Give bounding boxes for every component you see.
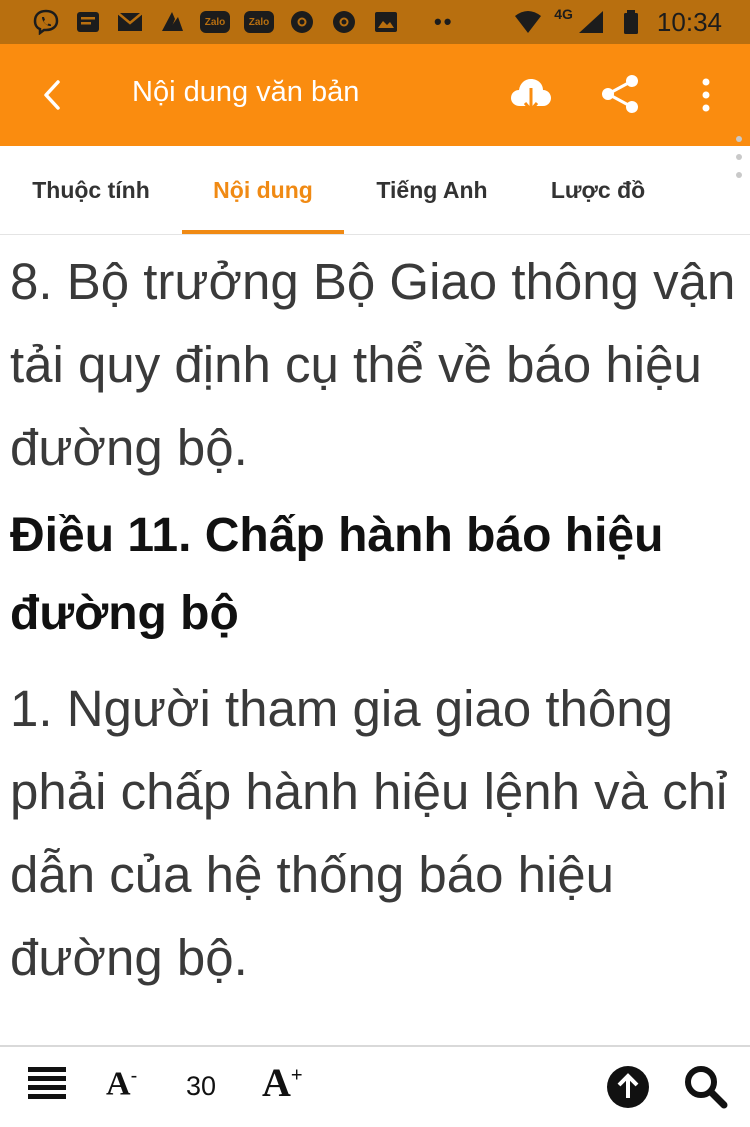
- search-icon[interactable]: [682, 1063, 728, 1109]
- font-decrease-button[interactable]: A-: [106, 1065, 137, 1103]
- font-size-value: 30: [186, 1071, 217, 1101]
- status-bar: Zalo Zalo •• 4G 10:34: [0, 0, 750, 44]
- more-vert-icon[interactable]: [692, 72, 720, 118]
- active-tab-indicator: [182, 230, 344, 234]
- menu-icon[interactable]: [28, 1067, 66, 1101]
- signal-icon: [577, 9, 605, 35]
- font-increase-sign: +: [290, 1064, 303, 1087]
- mail-icon: [116, 9, 144, 35]
- scroll-edge-indicator: [736, 136, 746, 196]
- network-type-label: 4G: [554, 6, 573, 22]
- font-increase-letter: A: [262, 1060, 291, 1105]
- tab-properties[interactable]: Thuộc tính: [0, 146, 182, 234]
- chrome-icon-2: [330, 9, 358, 35]
- wifi-icon: [514, 9, 542, 35]
- message-icon: [74, 9, 102, 35]
- zalo-icon: Zalo: [200, 11, 230, 33]
- paragraph-1: 1. Người tham gia giao thông phải chấp h…: [10, 680, 728, 986]
- app-bar: Nội dung văn bản: [0, 44, 750, 146]
- tab-bar: Thuộc tính Nội dung Tiếng Anh Lược đồ: [0, 146, 750, 235]
- image-icon: [372, 9, 400, 35]
- font-decrease-sign: -: [130, 1065, 138, 1087]
- scroll-up-icon[interactable]: [606, 1065, 650, 1109]
- paragraph-8: 8. Bộ trưởng Bộ Giao thông vận tải quy đ…: [10, 253, 736, 476]
- font-increase-button[interactable]: A+: [262, 1059, 303, 1106]
- page-title: Nội dung văn bản: [132, 76, 360, 108]
- bottom-toolbar: A- 30 A+: [0, 1045, 750, 1127]
- clock: 10:34: [656, 6, 722, 37]
- more-notifications-icon: ••: [434, 9, 454, 34]
- tab-english[interactable]: Tiếng Anh: [344, 146, 520, 234]
- share-icon[interactable]: [598, 72, 642, 116]
- font-decrease-letter: A: [106, 1065, 131, 1103]
- viber-icon: [32, 9, 60, 35]
- tab-content[interactable]: Nội dung: [182, 146, 344, 234]
- app-logo-icon: [158, 9, 186, 35]
- back-icon[interactable]: [36, 78, 70, 112]
- battery-icon: [617, 9, 645, 35]
- cloud-download-icon[interactable]: [508, 72, 554, 118]
- article-heading: Điều 11. Chấp hành báo hiệu đường bộ: [10, 509, 664, 640]
- document-content: 8. Bộ trưởng Bộ Giao thông vận tải quy đ…: [10, 240, 740, 999]
- chrome-icon: [288, 9, 316, 35]
- zalo-icon-2: Zalo: [244, 11, 274, 33]
- tab-diagram[interactable]: Lược đồ: [520, 146, 676, 234]
